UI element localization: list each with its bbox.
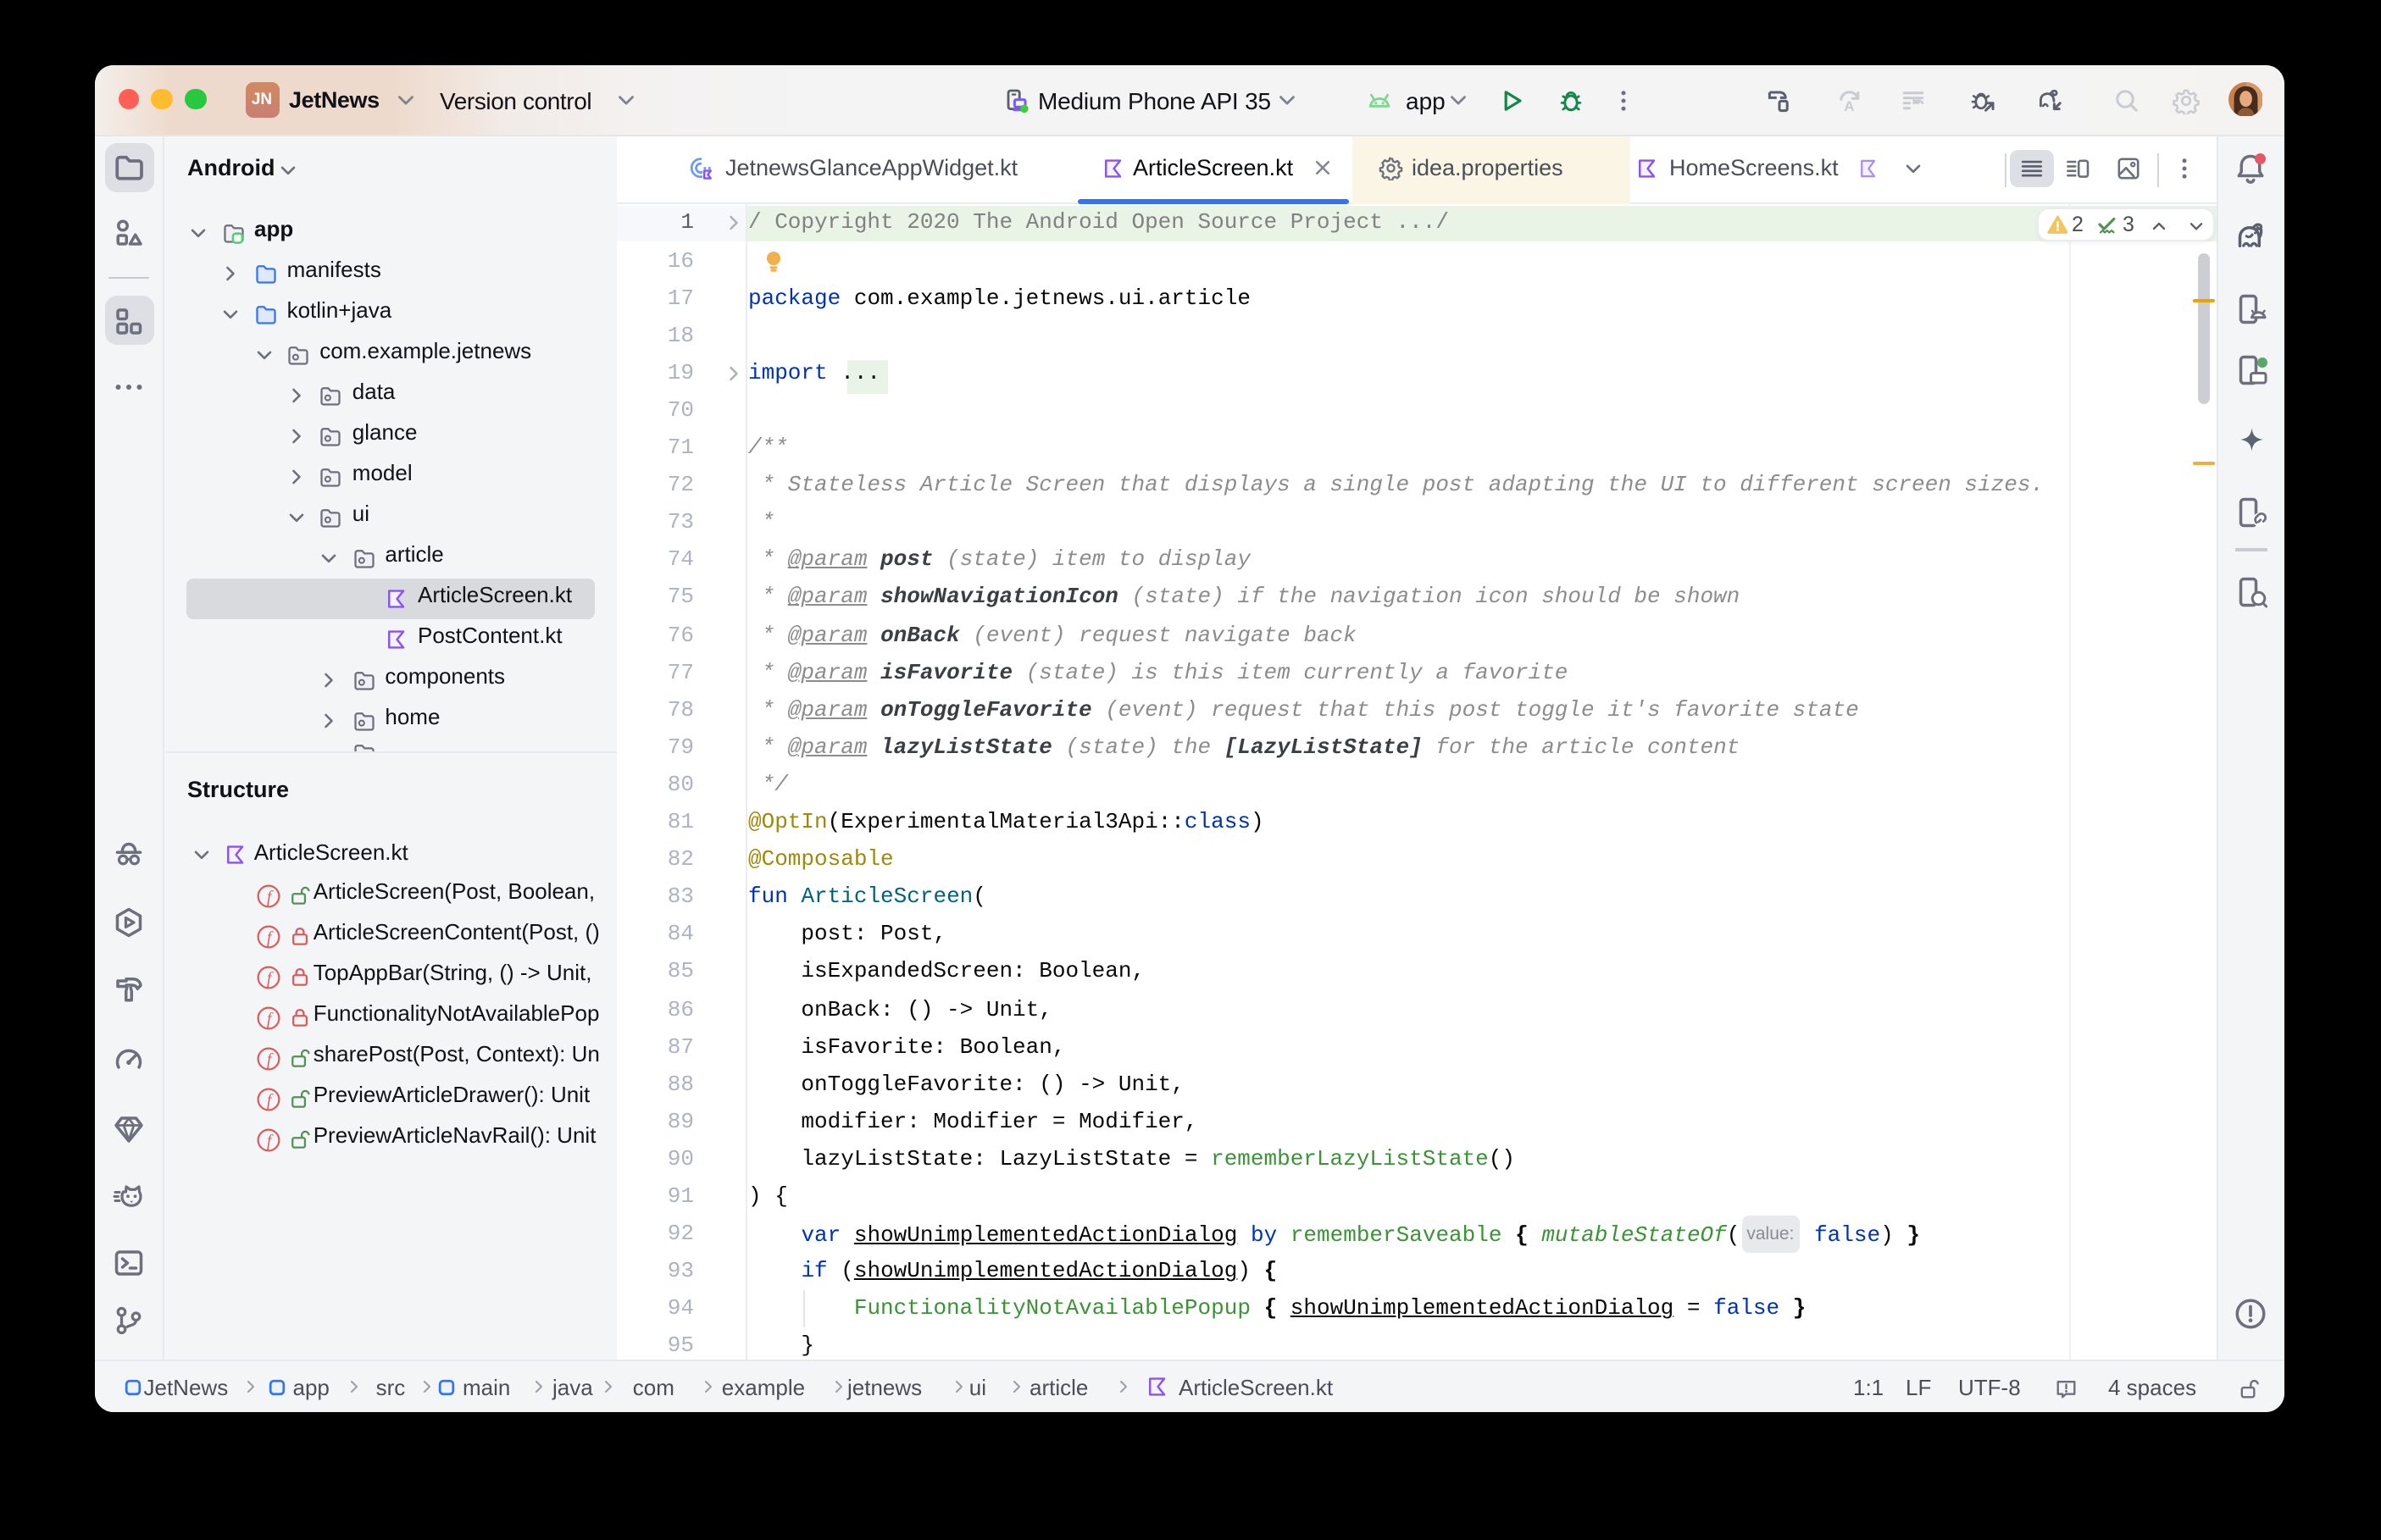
svg-text:f: f — [266, 928, 273, 946]
svg-text:f: f — [266, 968, 273, 987]
svg-text:f: f — [266, 887, 273, 906]
svg-text:f: f — [266, 1131, 273, 1149]
svg-text:f: f — [266, 1050, 273, 1068]
svg-text:f: f — [266, 1009, 273, 1028]
svg-text:f: f — [266, 1090, 273, 1109]
svg-text:A: A — [1843, 97, 1853, 114]
